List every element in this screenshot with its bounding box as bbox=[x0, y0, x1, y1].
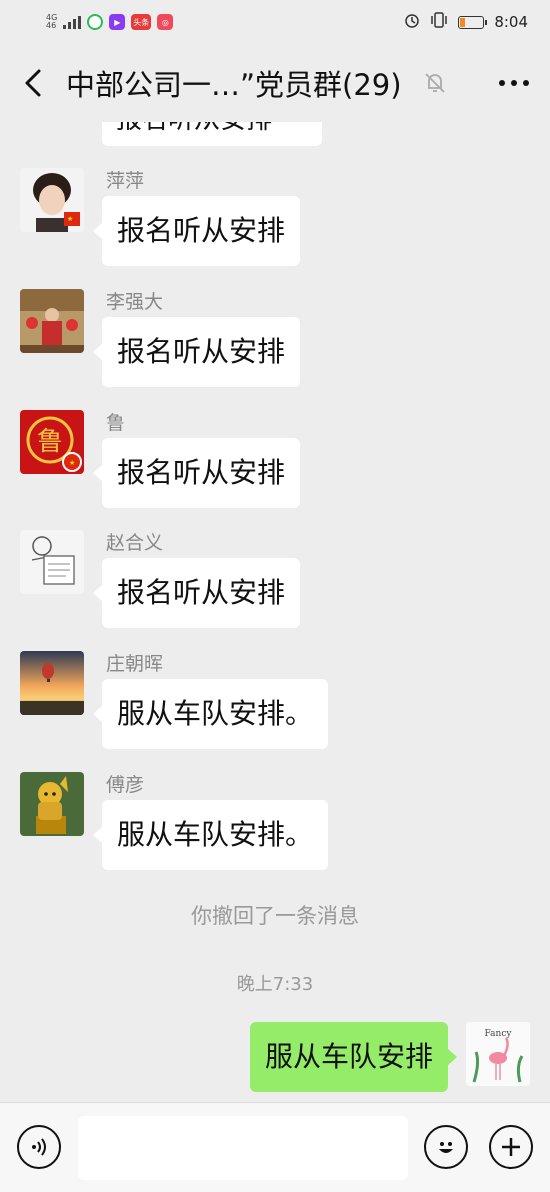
message-item: 庄朝晖 服从车队安排。 bbox=[20, 651, 540, 761]
avatar[interactable]: ★ bbox=[20, 168, 84, 232]
more-options-button[interactable] bbox=[496, 65, 532, 101]
status-bar: 4G 46 ▶ 头条 ◎ 8:04 bbox=[0, 0, 550, 44]
avatar[interactable] bbox=[20, 289, 84, 353]
message-bubble[interactable]: 服从车队安排。 bbox=[92, 800, 329, 870]
avatar[interactable] bbox=[20, 772, 84, 836]
message-bubble[interactable]: 报名听从安排 bbox=[92, 438, 301, 508]
my-message-item: 服从车队安排 Fancy bbox=[210, 1022, 530, 1092]
avatar[interactable] bbox=[20, 651, 84, 715]
emoji-icon bbox=[439, 1142, 453, 1153]
voice-input-button[interactable] bbox=[17, 1125, 61, 1169]
status-right: 8:04 bbox=[404, 12, 528, 32]
message-bubble-partial[interactable]: 报名听从安排 bbox=[102, 122, 322, 146]
my-message-bubble[interactable]: 服从车队安排 bbox=[249, 1022, 458, 1092]
status-time: 8:04 bbox=[494, 13, 528, 31]
chat-header: 中部公司一…”党员群(29) bbox=[0, 44, 550, 122]
network-type: 4G 46 bbox=[46, 14, 57, 30]
chat-input-bar bbox=[0, 1102, 550, 1192]
message-item: 李强大 报名听从安排 bbox=[20, 289, 540, 399]
recall-notice[interactable]: 你撤回了一条消息 bbox=[0, 900, 550, 930]
sender-name: 鲁 bbox=[106, 412, 126, 434]
svg-text:★: ★ bbox=[67, 215, 73, 223]
message-item: 傅彦 服从车队安排。 bbox=[20, 772, 540, 882]
svg-text:★: ★ bbox=[69, 459, 75, 467]
svg-text:鲁: 鲁 bbox=[37, 427, 63, 457]
status-left: 4G 46 ▶ 头条 ◎ bbox=[46, 14, 174, 30]
signal-icon bbox=[63, 15, 82, 29]
chat-title: 中部公司一…”党员群(29) bbox=[66, 68, 402, 102]
svg-text:Fancy: Fancy bbox=[485, 1029, 513, 1039]
emoji-button[interactable] bbox=[424, 1125, 468, 1169]
wechat-moments-icon bbox=[87, 14, 104, 30]
message-bubble[interactable]: 报名听从安排 bbox=[92, 196, 301, 266]
sender-name: 赵合义 bbox=[106, 532, 164, 554]
back-button[interactable] bbox=[18, 68, 48, 98]
my-avatar[interactable]: Fancy bbox=[466, 1022, 530, 1086]
message-bubble[interactable]: 服从车队安排。 bbox=[92, 679, 329, 749]
sender-name: 李强大 bbox=[106, 291, 164, 313]
message-timestamp: 晚上7:33 bbox=[236, 974, 314, 995]
alarm-icon bbox=[404, 12, 420, 32]
message-item: 赵合义 报名听从安排 bbox=[20, 530, 540, 640]
message-item: ★ 萍萍 报名听从安排 bbox=[20, 168, 540, 278]
app-icon: ◎ bbox=[157, 14, 174, 30]
back-arrow-icon bbox=[25, 69, 41, 97]
message-item: 鲁 ★ 鲁 报名听从安排 bbox=[20, 410, 540, 520]
message-bubble[interactable]: 报名听从安排 bbox=[92, 317, 301, 387]
sender-name: 傅彦 bbox=[106, 774, 145, 796]
avatar[interactable] bbox=[20, 530, 84, 594]
video-app-icon: ▶ bbox=[109, 14, 126, 30]
vibrate-icon bbox=[430, 12, 448, 32]
message-bubble[interactable]: 报名听从安排 bbox=[92, 558, 301, 628]
sender-name: 庄朝晖 bbox=[106, 653, 164, 675]
battery-icon bbox=[458, 15, 488, 29]
sender-name: 萍萍 bbox=[106, 170, 145, 192]
avatar[interactable]: 鲁 ★ bbox=[20, 410, 84, 474]
mute-bell-icon bbox=[422, 70, 448, 96]
network-sub-label: 46 bbox=[46, 21, 57, 30]
voice-icon bbox=[32, 1138, 46, 1156]
message-input[interactable] bbox=[78, 1116, 408, 1180]
chat-message-list[interactable]: 报名听从安排 ★ 萍萍 报名听从安排 李强大 报名听从安排 鲁★ 鲁 报名听从安… bbox=[0, 122, 550, 1102]
more-dots-icon bbox=[499, 80, 529, 86]
plus-icon bbox=[502, 1138, 520, 1156]
more-functions-button[interactable] bbox=[489, 1125, 533, 1169]
toutiao-icon: 头条 bbox=[131, 14, 152, 30]
